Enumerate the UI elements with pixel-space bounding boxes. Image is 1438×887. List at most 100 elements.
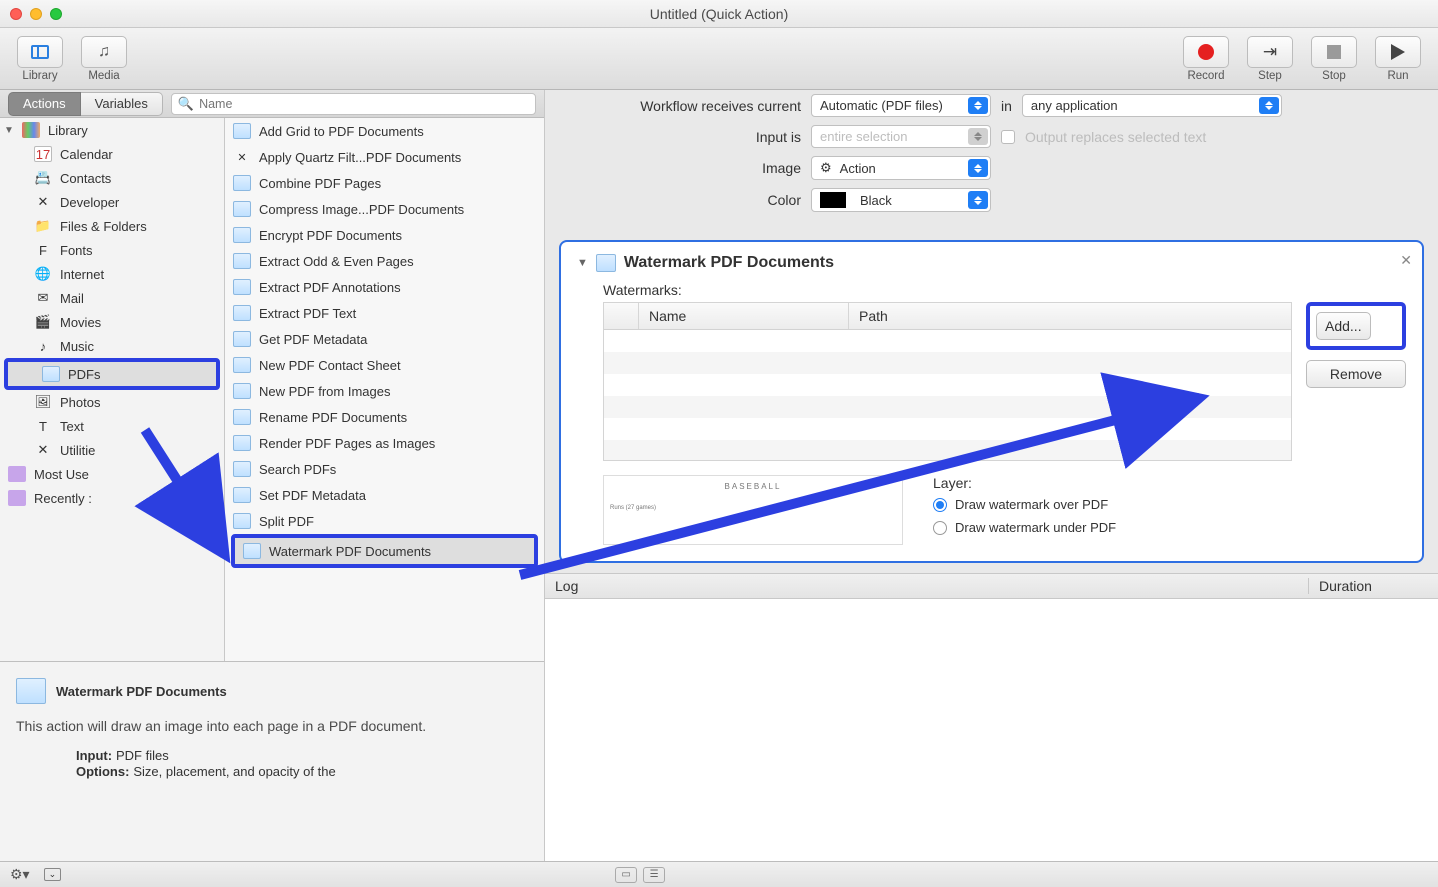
library-toolbar-button[interactable]: Library	[12, 36, 68, 82]
pdf-action-icon	[233, 123, 251, 139]
watermarks-table[interactable]: Name Path	[603, 302, 1292, 461]
sidebar-item-developer[interactable]: ✕Developer	[0, 190, 224, 214]
search-input[interactable]	[199, 97, 529, 111]
action-item[interactable]: Extract PDF Text	[225, 300, 544, 326]
pdf-action-icon	[233, 435, 251, 451]
watermark-preview: BASEBALL Runs (27 games)	[603, 475, 903, 545]
category-icon: ✕	[34, 194, 52, 210]
layer-over-radio[interactable]: Draw watermark over PDF	[933, 497, 1116, 512]
action-item[interactable]: Split PDF	[225, 508, 544, 534]
sidebar-item-recent[interactable]: Recently :	[0, 486, 224, 510]
pdf-action-icon	[233, 357, 251, 373]
duration-label: Duration	[1308, 578, 1438, 594]
workflow-receives-select[interactable]: Automatic (PDF files)	[811, 94, 991, 117]
action-item[interactable]: Add Grid to PDF Documents	[225, 118, 544, 144]
sidebar-item-files-folders[interactable]: 📁Files & Folders	[0, 214, 224, 238]
action-item[interactable]: Extract PDF Annotations	[225, 274, 544, 300]
color-select[interactable]: Black	[811, 188, 991, 212]
action-item[interactable]: New PDF from Images	[225, 378, 544, 404]
pdf-action-icon	[233, 175, 251, 191]
action-item[interactable]: Combine PDF Pages	[225, 170, 544, 196]
table-header-blank	[604, 303, 639, 329]
disclosure-triangle-icon[interactable]: ▼	[577, 257, 588, 269]
action-item[interactable]: Search PDFs	[225, 456, 544, 482]
pdf-action-icon	[233, 279, 251, 295]
action-item[interactable]: Extract Odd & Even Pages	[225, 248, 544, 274]
action-card-watermark: ✕ ▼ Watermark PDF Documents Watermarks: …	[559, 240, 1424, 563]
sidebar-item-utilitie[interactable]: ✕Utilitie	[0, 438, 224, 462]
sidebar-item-photos[interactable]: 🖼Photos	[0, 390, 224, 414]
sidebar-item-pdfs[interactable]: PDFs	[8, 362, 216, 386]
sidebar-item-text[interactable]: TText	[0, 414, 224, 438]
log-header: Log Duration	[545, 573, 1438, 599]
step-icon: ⇥	[1263, 42, 1277, 62]
stop-icon	[1327, 45, 1341, 59]
expand-icon[interactable]: ⌄	[44, 868, 62, 881]
pdf-action-icon	[243, 543, 261, 559]
sidebar-item-contacts[interactable]: 📇Contacts	[0, 166, 224, 190]
step-toolbar-button[interactable]: ⇥ Step	[1242, 36, 1298, 82]
layer-under-radio[interactable]: Draw watermark under PDF	[933, 520, 1116, 535]
media-toolbar-button[interactable]: ♫ Media	[76, 36, 132, 82]
image-label: Image	[561, 160, 801, 176]
sidebar-item-calendar[interactable]: 17Calendar	[0, 142, 224, 166]
add-button[interactable]: Add...	[1316, 312, 1371, 340]
view-mode-workflow-icon[interactable]: ▭	[615, 867, 637, 883]
gear-icon: ⚙	[820, 160, 832, 176]
sidebar-item-mail[interactable]: ✉Mail	[0, 286, 224, 310]
tab-actions[interactable]: Actions	[8, 92, 81, 116]
chevron-updown-icon	[968, 191, 988, 209]
color-swatch-icon	[820, 192, 846, 208]
remove-button[interactable]: Remove	[1306, 360, 1406, 388]
workflow-receives-label: Workflow receives current	[561, 98, 801, 114]
action-item[interactable]: Rename PDF Documents	[225, 404, 544, 430]
action-item[interactable]: Get PDF Metadata	[225, 326, 544, 352]
tab-variables[interactable]: Variables	[81, 92, 163, 116]
record-toolbar-button[interactable]: Record	[1178, 36, 1234, 82]
action-item[interactable]: Render PDF Pages as Images	[225, 430, 544, 456]
watermarks-label: Watermarks:	[577, 282, 1406, 298]
pdf-action-icon	[16, 678, 46, 704]
application-select[interactable]: any application	[1022, 94, 1282, 117]
disclosure-triangle-icon[interactable]: ▼	[4, 125, 14, 136]
pdf-action-icon	[233, 513, 251, 529]
sidebar-item-most-used[interactable]: Most Use	[0, 462, 224, 486]
sidebar-item-music[interactable]: ♪Music	[0, 334, 224, 358]
gear-icon[interactable]: ⚙▾	[10, 866, 30, 883]
sidebar-item-internet[interactable]: 🌐Internet	[0, 262, 224, 286]
table-body[interactable]	[604, 330, 1291, 460]
output-replaces-checkbox	[1001, 130, 1015, 144]
view-mode-list-icon[interactable]: ☰	[643, 867, 665, 883]
search-icon: 🔍	[178, 96, 194, 112]
record-icon	[1198, 44, 1214, 60]
close-icon[interactable]: ✕	[1400, 252, 1412, 269]
search-field[interactable]: 🔍	[171, 93, 536, 115]
library-sidebar: ▼ Library 17Calendar📇Contacts✕Developer📁…	[0, 118, 225, 661]
toolbar: Library ♫ Media Record ⇥ Step Stop Run	[0, 28, 1438, 90]
run-toolbar-button[interactable]: Run	[1370, 36, 1426, 82]
folder-icon	[8, 466, 26, 482]
action-item[interactable]: Watermark PDF Documents	[235, 538, 534, 564]
actions-list: Add Grid to PDF Documents✕Apply Quartz F…	[225, 118, 544, 661]
category-icon: F	[34, 242, 52, 258]
action-card-title: Watermark PDF Documents	[624, 254, 834, 272]
pdf-action-icon	[233, 383, 251, 399]
pdf-action-icon	[596, 254, 616, 272]
library-root[interactable]: ▼ Library	[0, 118, 224, 142]
stop-toolbar-button[interactable]: Stop	[1306, 36, 1362, 82]
image-select[interactable]: ⚙Action	[811, 156, 991, 180]
pdf-action-icon	[233, 227, 251, 243]
action-item[interactable]: Encrypt PDF Documents	[225, 222, 544, 248]
titlebar: Untitled (Quick Action)	[0, 0, 1438, 28]
category-icon: 🖼	[34, 394, 52, 410]
sidebar-item-fonts[interactable]: FFonts	[0, 238, 224, 262]
action-item[interactable]: ✕Apply Quartz Filt...PDF Documents	[225, 144, 544, 170]
category-icon: ✕	[34, 442, 52, 458]
action-item[interactable]: New PDF Contact Sheet	[225, 352, 544, 378]
pdf-action-icon	[233, 253, 251, 269]
action-item[interactable]: Compress Image...PDF Documents	[225, 196, 544, 222]
output-replaces-label: Output replaces selected text	[1025, 129, 1206, 145]
action-item[interactable]: Set PDF Metadata	[225, 482, 544, 508]
pdf-action-icon	[233, 461, 251, 477]
sidebar-item-movies[interactable]: 🎬Movies	[0, 310, 224, 334]
